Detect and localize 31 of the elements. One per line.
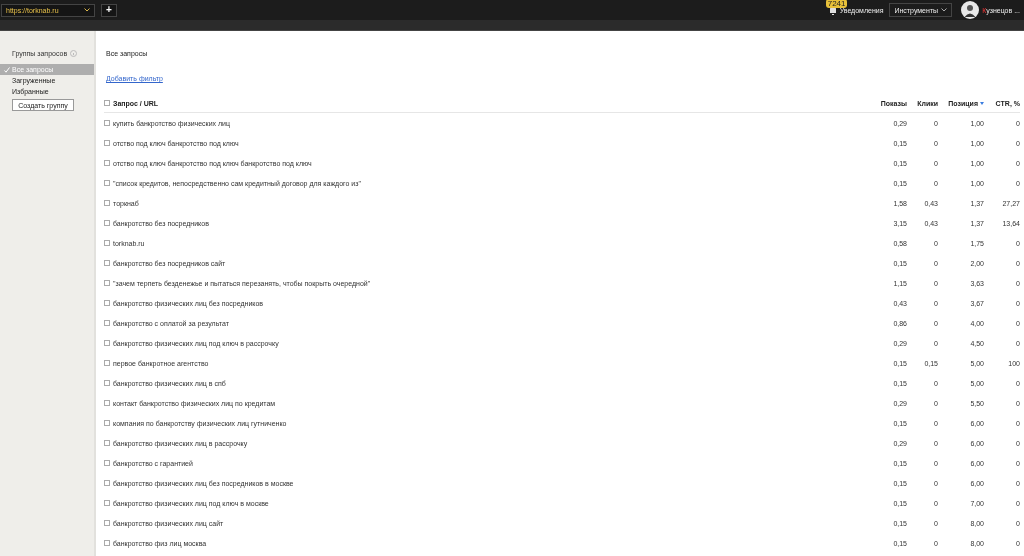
checkbox[interactable] xyxy=(104,140,110,146)
checkbox[interactable] xyxy=(104,100,110,106)
checkbox[interactable] xyxy=(104,120,110,126)
checkbox[interactable] xyxy=(104,420,110,426)
checkbox[interactable] xyxy=(104,240,110,246)
checkbox[interactable] xyxy=(104,280,110,286)
info-icon[interactable] xyxy=(70,50,78,57)
checkbox[interactable] xyxy=(104,460,110,466)
caret-icon xyxy=(84,8,90,12)
sort-arrow-icon xyxy=(980,102,984,106)
checkbox[interactable] xyxy=(104,360,110,366)
checkbox[interactable] xyxy=(104,180,110,186)
caret-icon xyxy=(941,8,948,12)
checkbox[interactable] xyxy=(104,220,110,226)
checkbox[interactable] xyxy=(104,480,110,486)
checkbox[interactable] xyxy=(104,500,110,506)
checkbox[interactable] xyxy=(104,400,110,406)
checkbox[interactable] xyxy=(104,340,110,346)
checkbox[interactable] xyxy=(104,540,110,546)
avatar-icon[interactable] xyxy=(961,1,980,19)
add-button[interactable]: + xyxy=(101,3,117,17)
checkbox[interactable] xyxy=(104,440,110,446)
checkbox[interactable] xyxy=(104,300,110,306)
checkbox[interactable] xyxy=(104,260,110,266)
checkbox[interactable] xyxy=(104,320,110,326)
notification-count: 7241 xyxy=(825,0,848,8)
checkbox[interactable] xyxy=(104,380,110,386)
check-icon xyxy=(4,66,10,73)
checkbox[interactable] xyxy=(104,200,110,206)
checkbox[interactable] xyxy=(104,160,110,166)
checkbox[interactable] xyxy=(104,520,110,526)
